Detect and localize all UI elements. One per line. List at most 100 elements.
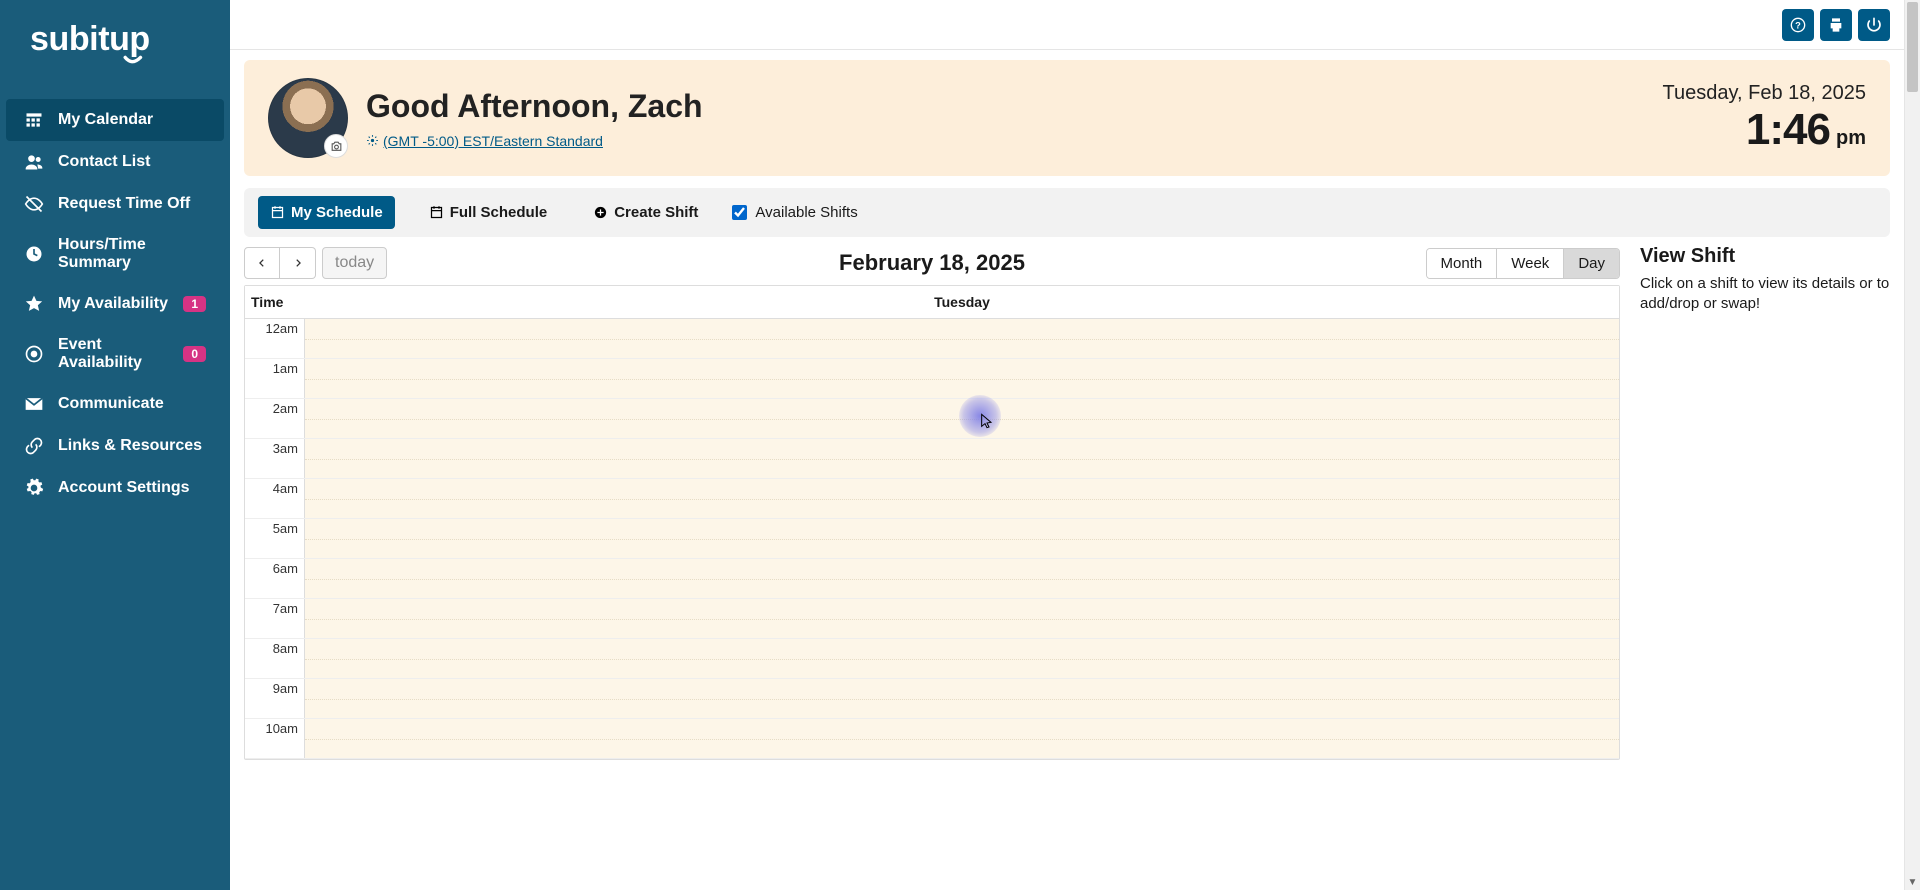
hour-row[interactable]: 7am xyxy=(245,599,1619,639)
hour-cell[interactable] xyxy=(305,399,1619,438)
hour-row[interactable]: 10am xyxy=(245,719,1619,759)
hour-label: 6am xyxy=(245,559,305,598)
timezone-link[interactable]: (GMT -5:00) EST/Eastern Standard xyxy=(366,133,703,149)
calendar-body[interactable]: 12am1am2am3am4am5am6am7am8am9am10am xyxy=(245,319,1619,759)
sidebar-item-label: Contact List xyxy=(58,153,150,171)
main-area: ? Good Afternoon, Zach (GMT -5:00) EST/E… xyxy=(230,0,1904,890)
hour-cell[interactable] xyxy=(305,599,1619,638)
hour-row[interactable]: 6am xyxy=(245,559,1619,599)
sidebar: subitup My Calendar Contact List Request… xyxy=(0,0,230,890)
hour-cell[interactable] xyxy=(305,439,1619,478)
hour-row[interactable]: 1am xyxy=(245,359,1619,399)
brand-logo[interactable]: subitup xyxy=(0,8,230,99)
calendar-grid: Time Tuesday 12am1am2am3am4am5am6am7am8a… xyxy=(244,285,1620,760)
power-button[interactable] xyxy=(1858,9,1890,41)
view-toggle: Month Week Day xyxy=(1426,248,1620,279)
link-icon xyxy=(24,436,44,456)
hour-cell[interactable] xyxy=(305,519,1619,558)
button-label: Create Shift xyxy=(614,204,698,221)
hour-label: 2am xyxy=(245,399,305,438)
hour-label: 9am xyxy=(245,679,305,718)
hour-label: 10am xyxy=(245,719,305,758)
sidebar-item-account-settings[interactable]: Account Settings xyxy=(6,467,224,509)
hour-cell[interactable] xyxy=(305,639,1619,678)
hour-cell[interactable] xyxy=(305,319,1619,358)
sidebar-item-links-resources[interactable]: Links & Resources xyxy=(6,425,224,467)
schedule-toolbar: My Schedule Full Schedule Create Shift A… xyxy=(244,188,1890,237)
greeting-banner: Good Afternoon, Zach (GMT -5:00) EST/Eas… xyxy=(244,60,1890,176)
available-shifts-toggle[interactable]: Available Shifts xyxy=(732,204,857,221)
checkbox-label: Available Shifts xyxy=(755,204,857,221)
hour-label: 8am xyxy=(245,639,305,678)
print-button[interactable] xyxy=(1820,9,1852,41)
hour-row[interactable]: 3am xyxy=(245,439,1619,479)
hour-label: 5am xyxy=(245,519,305,558)
hour-cell[interactable] xyxy=(305,679,1619,718)
sidebar-item-hours-summary[interactable]: Hours/Time Summary xyxy=(6,225,224,283)
hour-cell[interactable] xyxy=(305,719,1619,758)
sidebar-item-communicate[interactable]: Communicate xyxy=(6,383,224,425)
calendar-panel: today February 18, 2025 Month Week Day T… xyxy=(244,243,1620,760)
sidebar-item-label: Hours/Time Summary xyxy=(58,236,206,272)
hour-label: 12am xyxy=(245,319,305,358)
avatar[interactable] xyxy=(268,78,348,158)
hour-cell[interactable] xyxy=(305,559,1619,598)
clock-time: 1:46 xyxy=(1746,105,1830,155)
gear-icon xyxy=(366,134,379,147)
sidebar-item-label: Request Time Off xyxy=(58,195,190,213)
hour-row[interactable]: 5am xyxy=(245,519,1619,559)
create-shift-button[interactable]: Create Shift xyxy=(581,196,710,229)
hour-row[interactable]: 9am xyxy=(245,679,1619,719)
prev-button[interactable] xyxy=(244,247,280,279)
people-icon xyxy=(24,152,44,172)
hour-row[interactable]: 8am xyxy=(245,639,1619,679)
available-shifts-checkbox[interactable] xyxy=(732,205,747,220)
sidebar-item-event-availability[interactable]: Event Availability 0 xyxy=(6,325,224,383)
gear-icon xyxy=(24,478,44,498)
page-scrollbar[interactable]: ▼ xyxy=(1904,0,1920,890)
envelope-icon xyxy=(24,394,44,414)
hour-row[interactable]: 2am xyxy=(245,399,1619,439)
star-icon xyxy=(24,294,44,314)
sidebar-item-contact-list[interactable]: Contact List xyxy=(6,141,224,183)
sidebar-item-request-time-off[interactable]: Request Time Off xyxy=(6,183,224,225)
camera-icon[interactable] xyxy=(324,134,348,158)
sidebar-item-label: Links & Resources xyxy=(58,437,202,455)
hour-cell[interactable] xyxy=(305,479,1619,518)
timezone-text: (GMT -5:00) EST/Eastern Standard xyxy=(383,133,603,149)
hour-row[interactable]: 12am xyxy=(245,319,1619,359)
help-button[interactable]: ? xyxy=(1782,9,1814,41)
my-schedule-button[interactable]: My Schedule xyxy=(258,196,395,229)
hour-row[interactable]: 4am xyxy=(245,479,1619,519)
badge-count: 0 xyxy=(183,346,206,362)
calendar-nav: today February 18, 2025 Month Week Day xyxy=(244,243,1620,285)
hour-cell[interactable] xyxy=(305,359,1619,398)
view-month[interactable]: Month xyxy=(1427,249,1497,278)
greeting-text: Good Afternoon, Zach xyxy=(366,88,703,125)
hour-label: 4am xyxy=(245,479,305,518)
sidebar-item-my-availability[interactable]: My Availability 1 xyxy=(6,283,224,325)
clock-date: Tuesday, Feb 18, 2025 xyxy=(1663,82,1866,105)
view-day[interactable]: Day xyxy=(1563,249,1619,278)
chevron-left-icon xyxy=(257,258,267,268)
scroll-down-arrow[interactable]: ▼ xyxy=(1905,874,1920,890)
target-icon xyxy=(24,344,44,364)
sidebar-item-label: Event Availability xyxy=(58,336,169,372)
button-label: Full Schedule xyxy=(450,204,548,221)
scrollbar-thumb[interactable] xyxy=(1907,2,1918,92)
button-label: My Schedule xyxy=(291,204,383,221)
time-column-header: Time xyxy=(245,286,305,318)
sidebar-item-label: My Calendar xyxy=(58,111,153,129)
calendar-title: February 18, 2025 xyxy=(244,250,1620,276)
today-button[interactable]: today xyxy=(322,247,387,279)
calendar-grid-icon xyxy=(24,110,44,130)
plus-circle-icon xyxy=(593,205,608,220)
next-button[interactable] xyxy=(280,247,316,279)
full-schedule-button[interactable]: Full Schedule xyxy=(417,196,560,229)
sidebar-item-my-calendar[interactable]: My Calendar xyxy=(6,99,224,141)
view-week[interactable]: Week xyxy=(1496,249,1563,278)
sidebar-item-label: Account Settings xyxy=(58,479,190,497)
panel-body: Click on a shift to view its details or … xyxy=(1640,274,1890,315)
chevron-right-icon xyxy=(293,258,303,268)
clock-ampm: pm xyxy=(1836,127,1866,150)
